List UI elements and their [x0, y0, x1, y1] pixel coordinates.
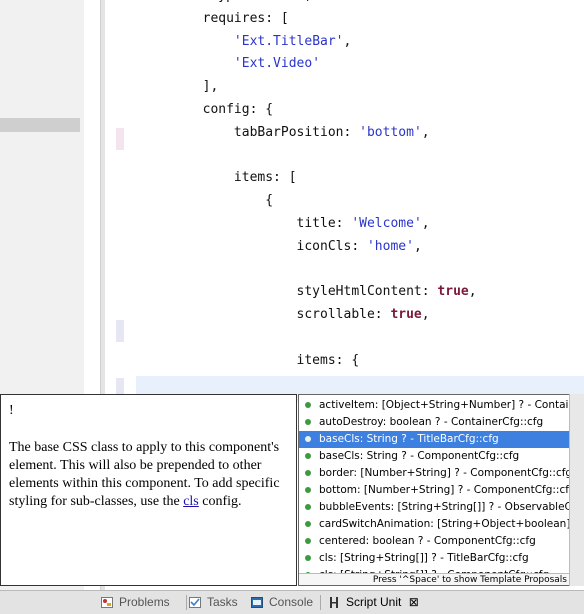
field-icon [305, 487, 311, 493]
tab-separator [186, 595, 187, 610]
doc-marker: ! [9, 403, 14, 418]
proposal-item[interactable]: baseCls: String ? - ComponentCfg::cfg [299, 448, 569, 465]
left-pane-scrollbar[interactable] [0, 118, 80, 132]
code-line: title: 'Welcome', [140, 216, 430, 231]
proposal-item[interactable]: border: [Number+String] ? - ComponentCfg… [299, 465, 570, 482]
field-icon [305, 555, 311, 561]
proposal-label: cardSwitchAnimation: [String+Object+bool… [319, 518, 570, 530]
proposal-item[interactable]: cardSwitchAnimation: [String+Object+bool… [299, 516, 570, 533]
proposal-item[interactable]: activeItem: [Object+String+Number] ? - C… [299, 397, 569, 414]
code-line: iconCls: 'home', [140, 238, 422, 254]
field-icon [305, 504, 311, 510]
proposal-label: bubbleEvents: [String+String[]] ? - Obse… [319, 501, 569, 513]
proposal-item[interactable]: bubbleEvents: [String+String[]] ? - Obse… [299, 499, 569, 516]
field-icon [305, 402, 311, 408]
proposal-label: centered: boolean ? - ComponentCfg::cfg [319, 535, 536, 547]
proposal-label: activeItem: [Object+String+Number] ? - C… [319, 399, 569, 411]
code-line: requires: [ [140, 10, 289, 26]
console-icon [251, 597, 263, 608]
field-icon [305, 453, 311, 459]
proposal-item[interactable]: cls: [String+String[]] ? - TitleBarCfg::… [299, 550, 569, 567]
code-line: 'Ext.Video' [233, 56, 321, 72]
code-line: xtype: 'main', [140, 0, 313, 7]
doc-text-end: config. [198, 494, 242, 509]
field-icon [305, 538, 311, 544]
proposal-item[interactable]: baseCls: String ? - TitleBarCfg::cfg [299, 431, 569, 448]
field-icon [305, 436, 311, 442]
script-unit-icon [330, 597, 338, 608]
proposal-item[interactable]: autoDestroy: boolean ? - ContainerCfg::c… [299, 414, 569, 431]
code-line: tabBarPosition: 'bottom', [140, 124, 430, 140]
documentation-popup: ! The base CSS class to apply to this co… [0, 394, 297, 586]
content-assist-popup: activeItem: [Object+String+Number] ? - C… [298, 394, 570, 586]
proposal-label: cls: [String+String[]] ? - TitleBarCfg::… [319, 552, 529, 564]
proposal-scrollbar[interactable] [569, 394, 584, 586]
proposal-item[interactable]: bottom: [Number+String] ? - ComponentCfg… [299, 482, 570, 499]
field-icon [305, 521, 311, 527]
tab-label: Problems [119, 595, 170, 609]
code-line: styleHtmlContent: true, [140, 284, 477, 300]
doc-description: The base CSS class to apply to this comp… [9, 439, 289, 511]
code-line: scrollable: true, [140, 307, 430, 323]
field-icon [305, 470, 311, 476]
close-icon[interactable]: ⊠ [409, 595, 419, 609]
tab-label: Script Unit [346, 595, 402, 609]
ruler-marker[interactable] [116, 128, 124, 150]
ruler-marker[interactable] [116, 320, 124, 342]
code-line: items: { [140, 352, 360, 368]
tab-label: Console [269, 595, 314, 609]
proposal-hint: Press '^Space' to show Template Proposal… [299, 573, 569, 585]
problems-icon [101, 597, 113, 608]
tab-label: Tasks [207, 595, 238, 609]
bottom-tab-bar: Problems Tasks Console Script Unit ⊠ [0, 590, 584, 614]
code-line: ], [140, 79, 219, 95]
tab-tasks[interactable]: Tasks [189, 591, 238, 614]
field-icon [305, 419, 311, 425]
tab-problems[interactable]: Problems [101, 591, 170, 614]
code-line: { [140, 193, 274, 209]
tab-script-unit[interactable]: Script Unit ⊠ [328, 591, 419, 614]
proposal-item[interactable]: centered: boolean ? - ComponentCfg::cfg [299, 533, 569, 550]
code-line: config: { [140, 102, 274, 117]
tab-separator [320, 595, 321, 610]
cls-link[interactable]: cls [183, 494, 199, 509]
code-line: 'Ext.TitleBar', [233, 33, 352, 49]
tasks-icon [189, 597, 201, 608]
proposal-label: bottom: [Number+String] ? - ComponentCfg… [319, 484, 570, 496]
code-line: items: [ [140, 170, 297, 186]
proposal-label: baseCls: String ? - TitleBarCfg::cfg [319, 433, 499, 445]
proposal-label: baseCls: String ? - ComponentCfg::cfg [319, 450, 520, 462]
tab-console[interactable]: Console [251, 591, 313, 614]
proposal-label: border: [Number+String] ? - ComponentCfg… [319, 467, 570, 479]
proposal-label: autoDestroy: boolean ? - ContainerCfg::c… [319, 416, 544, 428]
